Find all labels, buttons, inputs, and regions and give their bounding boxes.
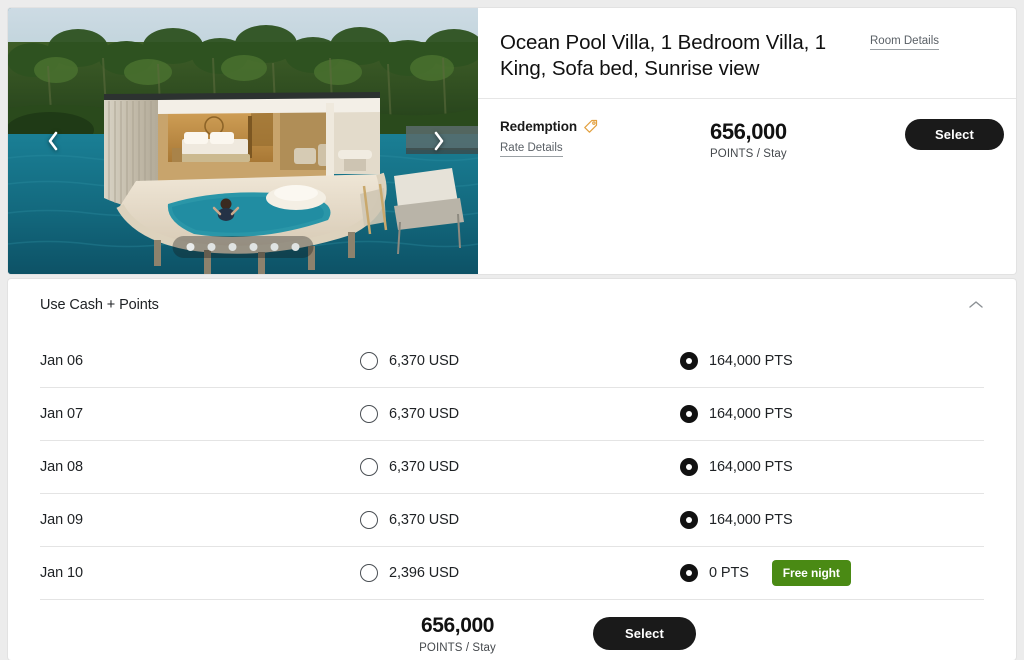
row-date: Jan 06 (40, 353, 83, 369)
rate-row: Redemption Rate Details 656,000 POINTS /… (478, 99, 1016, 160)
rate-points-unit: POINTS / Stay (710, 148, 787, 160)
cash-option[interactable]: 2,396 USD (360, 564, 680, 582)
rate-action-group: Select (905, 119, 1004, 150)
total-points-unit: POINTS / Stay (419, 641, 496, 654)
cash-radio[interactable] (360, 405, 378, 423)
select-button-bottom[interactable]: Select (593, 616, 696, 650)
room-rate-card: Ocean Pool Villa, 1 Bedroom Villa, 1 Kin… (8, 8, 1016, 274)
select-button-top[interactable]: Select (905, 119, 1004, 150)
rate-details-link[interactable]: Rate Details (500, 142, 563, 157)
points-amount-label: 0 PTS (709, 565, 749, 581)
row-date: Jan 08 (40, 459, 83, 475)
footer-action-group: Select (555, 616, 984, 650)
cash-radio[interactable] (360, 511, 378, 529)
carousel-dot[interactable] (186, 243, 195, 251)
total-points-value: 656,000 (420, 613, 495, 637)
row-date: Jan 07 (40, 406, 83, 422)
points-amount-label: 164,000 PTS (709, 459, 793, 475)
points-option[interactable]: 0 PTS Free night (680, 560, 984, 586)
room-info-header: Ocean Pool Villa, 1 Bedroom Villa, 1 Kin… (478, 8, 1016, 82)
cash-points-row: Jan 09 6,370 USD 164,000 PTS (40, 494, 984, 547)
points-radio[interactable] (680, 405, 698, 423)
cash-points-row: Jan 06 6,370 USD 164,000 PTS (40, 335, 984, 388)
cash-amount-label: 6,370 USD (389, 406, 460, 422)
cash-amount-label: 6,370 USD (389, 512, 460, 528)
row-date: Jan 10 (40, 565, 83, 581)
points-option[interactable]: 164,000 PTS (680, 458, 984, 476)
room-image-carousel[interactable] (8, 8, 478, 274)
cash-amount-label: 6,370 USD (389, 459, 460, 475)
cash-radio[interactable] (360, 352, 378, 370)
carousel-dot[interactable] (249, 243, 258, 251)
cash-option[interactable]: 6,370 USD (360, 458, 680, 476)
points-option[interactable]: 164,000 PTS (680, 405, 984, 423)
points-option[interactable]: 164,000 PTS (680, 511, 984, 529)
cash-points-row: Jan 07 6,370 USD 164,000 PTS (40, 388, 984, 441)
cash-points-rows: Jan 06 6,370 USD 164,000 PTS Jan 07 6,370 US… (40, 335, 984, 600)
cash-points-footer: 656,000 POINTS / Stay Select (40, 600, 984, 660)
cash-points-row: Jan 08 6,370 USD 164,000 PTS (40, 441, 984, 494)
points-amount-label: 164,000 PTS (709, 353, 793, 369)
room-details-link[interactable]: Room Details (870, 35, 940, 50)
cash-option[interactable]: 6,370 USD (360, 511, 680, 529)
room-info-panel: Ocean Pool Villa, 1 Bedroom Villa, 1 Kin… (478, 8, 1016, 274)
cash-option[interactable]: 6,370 USD (360, 352, 680, 370)
room-title: Ocean Pool Villa, 1 Bedroom Villa, 1 Kin… (500, 31, 827, 80)
cash-amount-label: 6,370 USD (389, 353, 460, 369)
tag-icon (584, 119, 598, 133)
page-root: Ocean Pool Villa, 1 Bedroom Villa, 1 Kin… (0, 0, 1024, 660)
carousel-dots[interactable] (172, 236, 314, 258)
cash-points-panel: Use Cash + Points Jan 06 6,370 USD 164,000… (8, 279, 1016, 660)
points-radio[interactable] (680, 511, 698, 529)
carousel-dot[interactable] (207, 243, 216, 251)
chevron-left-icon (48, 131, 58, 151)
rate-type-group: Redemption Rate Details (500, 119, 710, 157)
cash-points-row: Jan 10 2,396 USD 0 PTS Free night (40, 547, 984, 600)
cash-option[interactable]: 6,370 USD (360, 405, 680, 423)
points-option[interactable]: 164,000 PTS (680, 352, 984, 370)
chevron-up-icon[interactable] (968, 300, 984, 310)
rate-type: Redemption (500, 119, 710, 134)
cash-points-total: 656,000 POINTS / Stay (360, 613, 555, 654)
carousel-dot[interactable] (291, 243, 300, 251)
carousel-prev-button[interactable] (40, 124, 66, 158)
chevron-right-icon (434, 131, 444, 151)
points-amount-label: 164,000 PTS (709, 512, 793, 528)
cash-points-title: Use Cash + Points (40, 297, 159, 313)
rate-points-group: 656,000 POINTS / Stay (710, 119, 905, 160)
points-radio[interactable] (680, 458, 698, 476)
carousel-next-button[interactable] (426, 124, 452, 158)
cash-amount-label: 2,396 USD (389, 565, 460, 581)
cash-radio[interactable] (360, 564, 378, 582)
points-radio[interactable] (680, 564, 698, 582)
rate-type-label: Redemption (500, 119, 578, 134)
points-radio[interactable] (680, 352, 698, 370)
rate-points-value: 656,000 (710, 119, 787, 144)
row-date: Jan 09 (40, 512, 83, 528)
cash-points-header[interactable]: Use Cash + Points (40, 279, 984, 331)
carousel-dot[interactable] (270, 243, 279, 251)
points-amount-label: 164,000 PTS (709, 406, 793, 422)
free-night-badge: Free night (771, 560, 851, 586)
villa-photo (8, 8, 478, 274)
cash-radio[interactable] (360, 458, 378, 476)
carousel-dot[interactable] (228, 243, 237, 251)
